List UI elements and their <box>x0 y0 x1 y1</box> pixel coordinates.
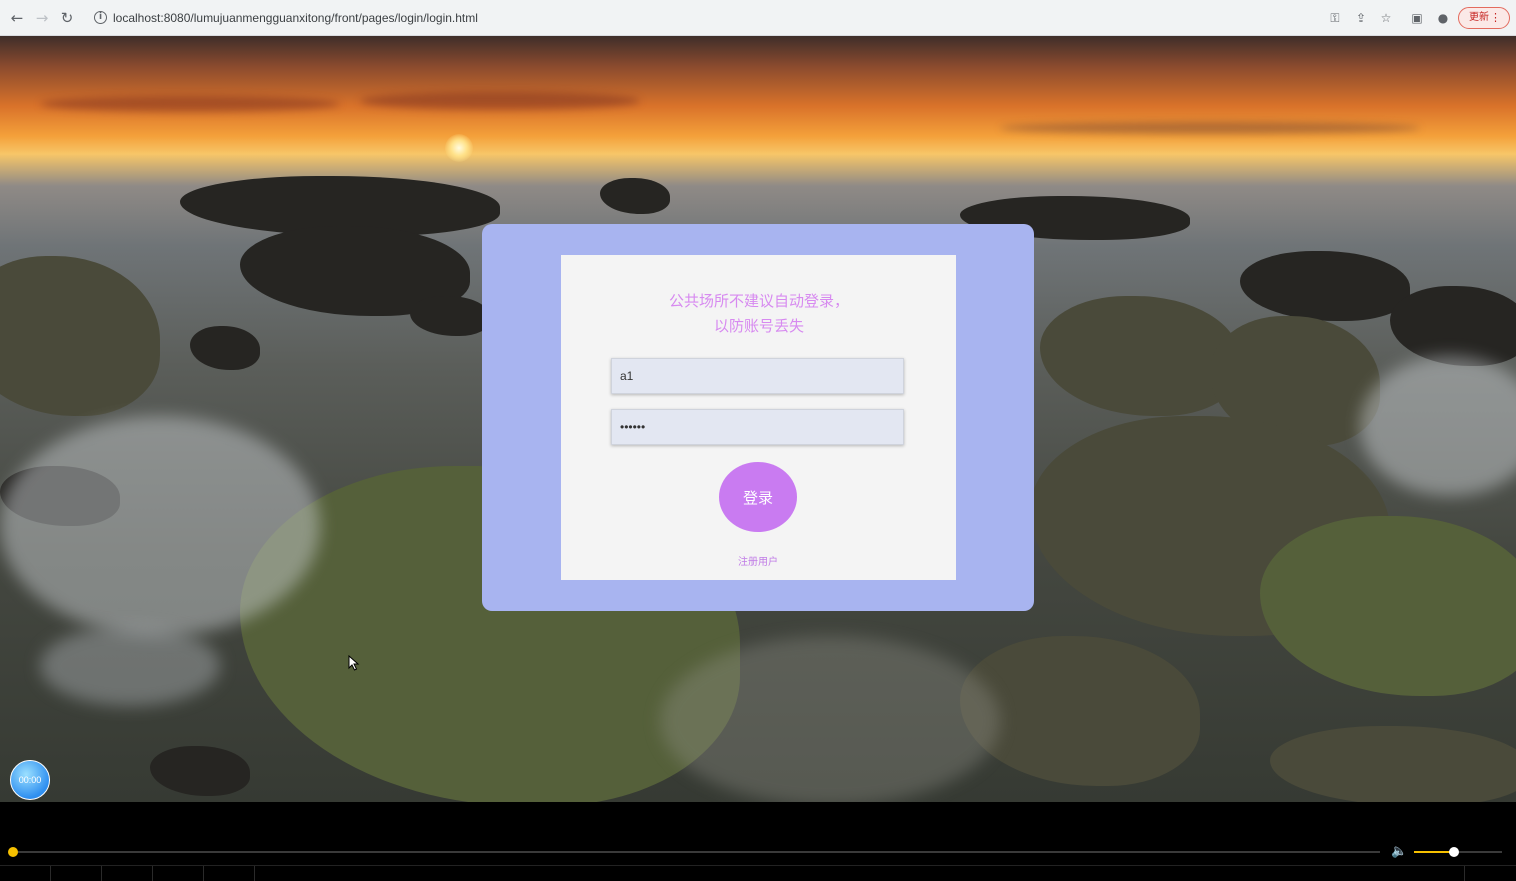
rock <box>150 746 250 796</box>
rock <box>410 296 490 336</box>
cloud <box>40 96 340 112</box>
update-button[interactable]: 更新 ⋮ <box>1458 7 1510 29</box>
rock <box>1040 296 1240 416</box>
segment-strip <box>0 865 1516 881</box>
forward-arrow-icon[interactable]: → <box>33 9 51 27</box>
login-form: 公共场所不建议自动登录，以防账号丢失 登录 注册用户 <box>561 255 956 580</box>
water-reflection <box>660 636 1000 802</box>
login-card: 公共场所不建议自动登录，以防账号丢失 登录 注册用户 <box>482 224 1034 611</box>
menu-dots-icon: ⋮ <box>1490 12 1501 24</box>
cloud <box>360 92 640 110</box>
cloud <box>1000 122 1420 134</box>
browser-toolbar: ← → ↻ i localhost:8080/lumujuanmengguanx… <box>0 0 1516 36</box>
key-icon[interactable]: ⚿ <box>1327 10 1343 26</box>
reload-icon[interactable]: ↻ <box>58 9 76 27</box>
rock <box>600 178 670 214</box>
password-input[interactable] <box>611 409 904 445</box>
segment <box>51 866 102 881</box>
login-tip: 公共场所不建议自动登录，以防账号丢失 <box>669 293 850 335</box>
info-icon[interactable]: i <box>94 11 107 24</box>
rock <box>1270 726 1516 802</box>
volume-icon[interactable]: 🔈 <box>1391 843 1409 861</box>
rock <box>1240 251 1410 321</box>
url-text[interactable]: localhost:8080/lumujuanmengguanxitong/fr… <box>113 11 478 25</box>
username-input[interactable] <box>611 358 904 394</box>
rock <box>1260 516 1516 696</box>
volume-fill <box>1414 851 1454 853</box>
rock <box>0 256 160 416</box>
back-arrow-icon[interactable]: ← <box>8 9 26 27</box>
water-mist <box>1360 356 1516 496</box>
water-mist <box>0 416 320 636</box>
address-bar[interactable]: i localhost:8080/lumujuanmengguanxitong/… <box>86 5 1316 31</box>
segment <box>102 866 153 881</box>
segment <box>204 866 255 881</box>
share-icon[interactable]: ⇪ <box>1353 10 1369 26</box>
star-icon[interactable]: ☆ <box>1378 10 1394 26</box>
login-button[interactable]: 登录 <box>719 462 797 532</box>
progress-track[interactable] <box>13 851 1380 853</box>
segment <box>153 866 204 881</box>
side-panel-icon[interactable]: ▣ <box>1409 10 1425 26</box>
update-label: 更新 <box>1469 12 1489 23</box>
video-player-bar: 🔈 <box>0 802 1516 881</box>
rock <box>1390 286 1516 366</box>
water-mist <box>40 626 220 706</box>
register-link[interactable]: 注册用户 <box>729 553 787 568</box>
sun <box>445 134 473 162</box>
segment <box>1463 866 1465 881</box>
segment <box>0 866 51 881</box>
rock <box>190 326 260 370</box>
volume-handle[interactable] <box>1448 847 1459 857</box>
progress-handle[interactable] <box>8 847 18 857</box>
profile-icon[interactable]: ● <box>1435 10 1451 26</box>
floating-badge[interactable]: 00:00 <box>10 760 50 800</box>
